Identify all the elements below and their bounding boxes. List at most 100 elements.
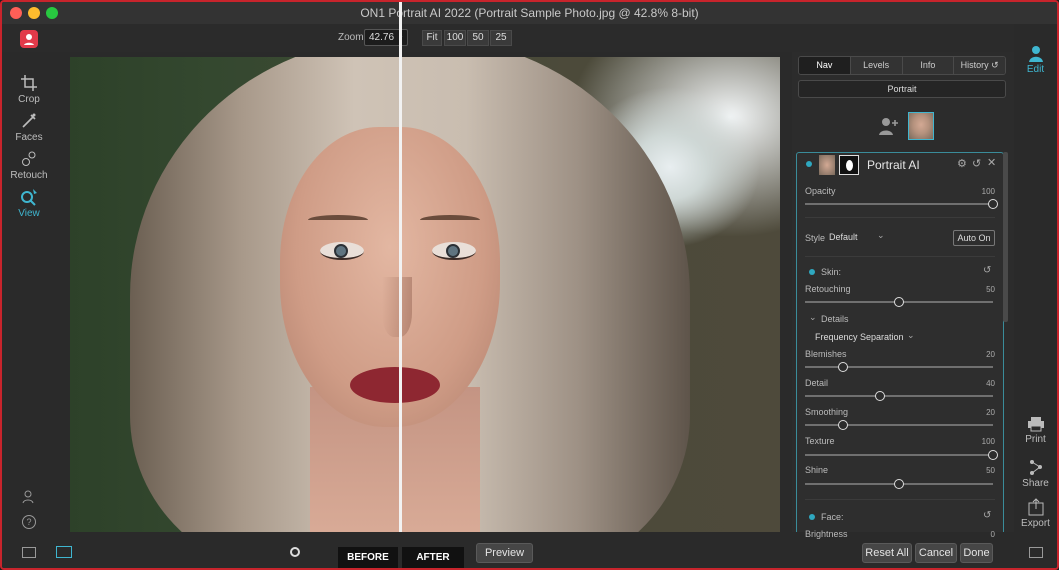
- portrait-lips: [350, 367, 440, 403]
- top-toolbar: Zoom 42.76 ⌄ Fit 100 50 25: [2, 24, 1057, 52]
- crop-tool-label: Crop: [18, 94, 40, 105]
- chevron-down-icon: ⌄: [907, 330, 915, 340]
- texture-value[interactable]: 100: [971, 437, 995, 448]
- user-icon[interactable]: [22, 490, 36, 509]
- tab-info[interactable]: Info: [902, 57, 955, 74]
- face-thumbnail[interactable]: [908, 112, 934, 140]
- reset-module-icon[interactable]: ↺: [972, 157, 981, 170]
- style-label: Style: [805, 233, 826, 243]
- faces-tool[interactable]: Faces: [2, 112, 56, 143]
- blemishes-slider-knob[interactable]: [837, 362, 848, 372]
- tab-history-label: History: [960, 60, 989, 70]
- faces-tool-label: Faces: [15, 132, 43, 143]
- gear-icon[interactable]: ⚙: [957, 157, 967, 170]
- retouch-icon: [22, 151, 36, 166]
- detail-slider-knob[interactable]: [875, 391, 886, 401]
- zoom-50-button[interactable]: 50: [467, 30, 489, 46]
- auto-on-button[interactable]: Auto On: [953, 230, 995, 246]
- done-button[interactable]: Done: [960, 543, 993, 563]
- portrait-brow-left: [308, 215, 368, 225]
- detail-value[interactable]: 40: [971, 379, 995, 390]
- right-panel-toggle-icon[interactable]: [1029, 547, 1043, 558]
- panel-scrollbar[interactable]: [1003, 152, 1008, 322]
- retouching-value[interactable]: 50: [971, 285, 995, 296]
- divider: [805, 256, 995, 257]
- edit-module-button[interactable]: Edit: [1014, 44, 1057, 75]
- module-title: Portrait AI: [867, 158, 920, 172]
- brightness-label: Brightness: [805, 529, 848, 539]
- smoothing-slider[interactable]: [805, 420, 993, 430]
- module-mask-icon[interactable]: [839, 155, 859, 175]
- view-tool[interactable]: View: [2, 188, 56, 219]
- share-button[interactable]: Share: [1014, 458, 1057, 489]
- app-logo-icon: [20, 30, 38, 48]
- view-mode-icon[interactable]: [56, 546, 72, 558]
- export-label: Export: [1021, 518, 1050, 529]
- details-label: Details: [821, 314, 849, 324]
- brightness-value[interactable]: 0: [971, 530, 995, 541]
- close-icon[interactable]: ✕: [987, 156, 996, 169]
- texture-slider-knob[interactable]: [988, 450, 998, 460]
- zoom-value: 42.76: [369, 32, 395, 43]
- portrait-preset-bar[interactable]: Portrait: [798, 80, 1006, 98]
- opacity-slider[interactable]: [805, 199, 998, 209]
- title-bar: ON1 Portrait AI 2022 (Portrait Sample Ph…: [2, 2, 1057, 24]
- before-after-divider[interactable]: [399, 2, 402, 568]
- shine-value[interactable]: 50: [971, 466, 995, 477]
- smoothing-label: Smoothing: [805, 407, 849, 417]
- portrait-brow-right: [420, 215, 480, 225]
- panel-tabs: Nav Levels Info History ↺: [798, 56, 1006, 75]
- zoom-fit-button[interactable]: Fit: [422, 30, 442, 46]
- texture-slider[interactable]: [805, 450, 998, 460]
- help-icon[interactable]: ?: [22, 515, 36, 529]
- edit-icon: [1028, 46, 1043, 62]
- crop-tool[interactable]: Crop: [2, 74, 56, 105]
- blemishes-value[interactable]: 20: [971, 350, 995, 361]
- skin-enabled-dot[interactable]: [809, 269, 815, 275]
- reset-all-button[interactable]: Reset All: [862, 543, 912, 563]
- tab-levels[interactable]: Levels: [850, 57, 903, 74]
- style-select[interactable]: Default ⌄: [829, 230, 889, 244]
- export-icon: [1028, 498, 1043, 516]
- method-select[interactable]: Frequency Separation ⌄: [815, 330, 925, 344]
- print-button[interactable]: Print: [1014, 416, 1057, 445]
- zoom-window-button[interactable]: [46, 7, 58, 19]
- undo-icon: ↺: [991, 60, 999, 70]
- add-face-icon[interactable]: [878, 116, 900, 141]
- zoom-slider-knob[interactable]: [290, 547, 300, 557]
- shine-label: Shine: [805, 465, 829, 475]
- left-tool-rail: Crop Faces Retouch View ?: [2, 52, 68, 532]
- left-panel-toggle-icon[interactable]: [22, 547, 36, 558]
- module-enabled-dot[interactable]: [806, 161, 812, 167]
- preview-button[interactable]: Preview: [476, 543, 533, 563]
- share-label: Share: [1022, 478, 1049, 489]
- photo-canvas[interactable]: [70, 57, 780, 532]
- smoothing-slider-knob[interactable]: [837, 420, 848, 430]
- shine-slider[interactable]: [805, 479, 993, 489]
- blemishes-slider[interactable]: [805, 362, 993, 372]
- shine-slider-knob[interactable]: [894, 479, 904, 489]
- retouching-label: Retouching: [805, 284, 851, 294]
- reset-skin-icon[interactable]: ↺: [983, 265, 991, 276]
- face-enabled-dot[interactable]: [809, 514, 815, 520]
- reset-face-icon[interactable]: ↺: [983, 510, 991, 521]
- tab-nav[interactable]: Nav: [799, 57, 851, 74]
- opacity-slider-knob[interactable]: [988, 199, 998, 209]
- cancel-button[interactable]: Cancel: [915, 543, 957, 563]
- method-select-value: Frequency Separation: [815, 332, 904, 342]
- close-window-button[interactable]: [10, 7, 22, 19]
- minimize-window-button[interactable]: [28, 7, 40, 19]
- retouching-slider[interactable]: [805, 297, 993, 307]
- retouch-tool[interactable]: Retouch: [2, 150, 56, 181]
- zoom-25-button[interactable]: 25: [490, 30, 512, 46]
- retouching-slider-knob[interactable]: [894, 297, 904, 307]
- opacity-value[interactable]: 100: [971, 187, 995, 198]
- blemishes-label: Blemishes: [805, 349, 847, 359]
- smoothing-value[interactable]: 20: [971, 408, 995, 419]
- print-label: Print: [1025, 434, 1046, 445]
- zoom-100-button[interactable]: 100: [444, 30, 466, 46]
- export-button[interactable]: Export: [1014, 498, 1057, 529]
- detail-slider[interactable]: [805, 391, 993, 401]
- tab-history[interactable]: History ↺: [954, 57, 1005, 74]
- chevron-down-icon[interactable]: ⌄: [809, 312, 817, 323]
